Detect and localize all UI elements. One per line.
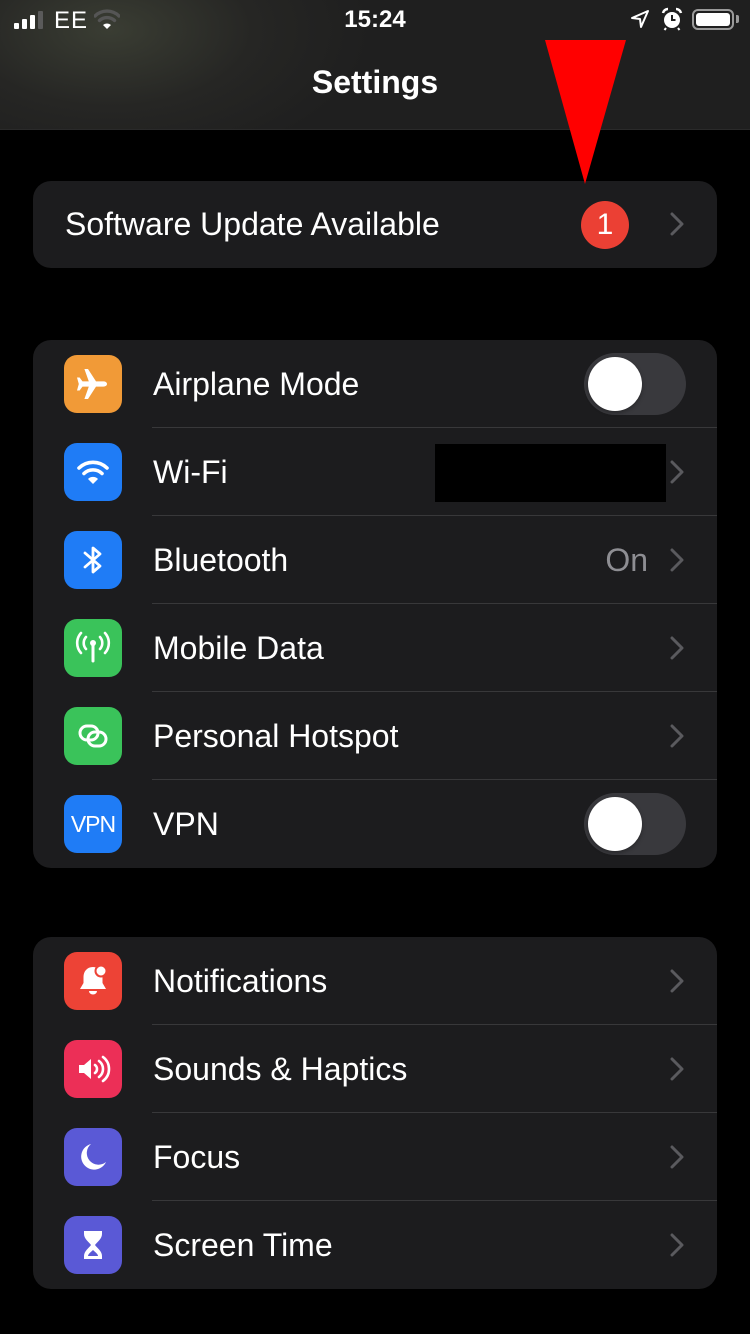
notifications-label: Notifications [153,963,328,999]
toggle-knob [588,357,642,411]
bluetooth-icon [64,531,122,589]
hotspot-link-icon [64,707,122,765]
chevron-right-icon [670,636,684,660]
location-arrow-icon [631,10,649,28]
settings-row-notifications[interactable]: Notifications [33,937,717,1025]
vpn-icon: VPN [64,795,122,853]
personal-hotspot-label: Personal Hotspot [153,718,399,754]
wifi-icon [64,443,122,501]
notifications-group: Notifications Sounds & Haptics Focus Scr… [33,937,717,1289]
status-bar: EE 15:24 [0,0,750,40]
page-title: Settings [311,64,439,100]
settings-row-sounds-haptics[interactable]: Sounds & Haptics [33,1025,717,1113]
battery-icon [692,9,734,30]
chevron-right-icon [670,460,684,484]
speaker-icon [64,1040,122,1098]
chevron-right-icon [670,548,684,572]
airplane-mode-label: Airplane Mode [153,366,360,402]
software-update-row[interactable]: Software Update Available 1 [33,181,717,268]
battery-nub [736,15,739,23]
vpn-label: VPN [153,806,219,842]
toggle-knob [588,797,642,851]
connectivity-group: Airplane Mode Wi-Fi Bluetooth On Mobile … [33,340,717,868]
settings-row-airplane-mode[interactable]: Airplane Mode [33,340,717,428]
settings-row-wifi[interactable]: Wi-Fi [33,428,717,516]
focus-label: Focus [153,1139,241,1175]
software-update-badge: 1 [581,201,629,249]
bluetooth-status-value: On [605,542,648,578]
settings-row-vpn[interactable]: VPN VPN [33,780,717,868]
moon-icon [64,1128,122,1186]
vpn-icon-text: VPN [70,810,116,837]
chevron-right-icon [670,1057,684,1081]
hourglass-icon [64,1216,122,1274]
alarm-icon [661,7,683,31]
wifi-network-value-redacted [435,444,666,502]
airplane-icon [64,355,122,413]
software-update-label: Software Update Available [65,206,440,242]
navigation-header: EE 15:24 Settings [0,0,750,130]
settings-row-screen-time[interactable]: Screen Time [33,1201,717,1289]
chevron-right-icon [670,969,684,993]
notification-bell-icon [64,952,122,1010]
vpn-toggle[interactable] [584,793,686,855]
chevron-right-icon [670,724,684,748]
software-update-group: Software Update Available 1 [33,181,717,268]
mobile-data-label: Mobile Data [153,630,324,666]
chevron-right-icon [670,212,684,236]
chevron-right-icon [670,1233,684,1257]
settings-row-mobile-data[interactable]: Mobile Data [33,604,717,692]
sounds-haptics-label: Sounds & Haptics [153,1051,408,1087]
airplane-mode-toggle[interactable] [584,353,686,415]
red-arrow-annotation-icon [545,40,626,184]
screen-time-label: Screen Time [153,1227,333,1263]
settings-row-focus[interactable]: Focus [33,1113,717,1201]
settings-row-personal-hotspot[interactable]: Personal Hotspot [33,692,717,780]
settings-row-bluetooth[interactable]: Bluetooth On [33,516,717,604]
chevron-right-icon [670,1145,684,1169]
wifi-label: Wi-Fi [153,454,228,490]
antenna-icon [64,619,122,677]
bluetooth-label: Bluetooth [153,542,289,578]
